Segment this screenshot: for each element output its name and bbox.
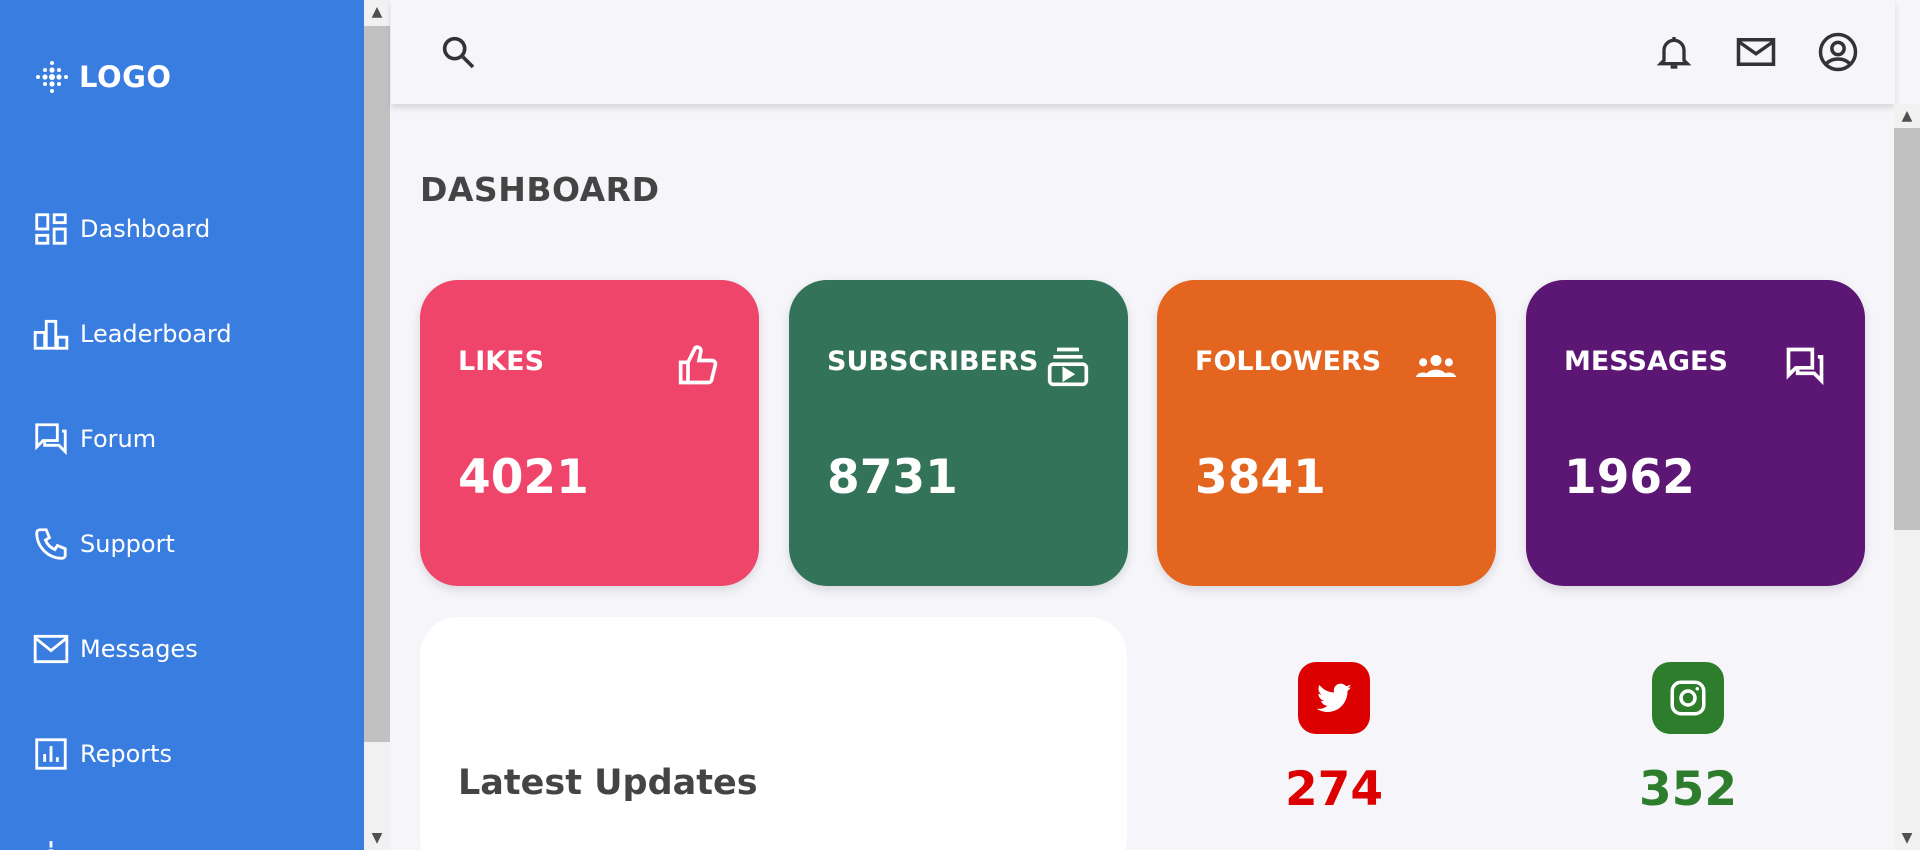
dots-logo-icon [36,61,68,93]
sidebar-item-dashboard[interactable]: Dashboard [32,210,210,248]
sidebar-item-label: Forum [80,425,157,453]
likes-card[interactable]: LIKES 4021 [420,280,759,586]
account-icon [1818,32,1858,72]
forum-icon [35,423,67,456]
mail-button[interactable] [1734,30,1778,74]
sidebar-item-label: Dashboard [80,215,211,243]
sidebar-scroll-thumb[interactable] [364,26,390,742]
card-title: SUBSCRIBERS [827,346,1039,377]
scroll-up-icon[interactable]: ▲ [364,0,390,24]
search-icon [442,36,475,69]
instagram-stat[interactable]: 352 [1608,662,1768,817]
sidebar-item-label: Support [80,530,175,558]
card-value: 3841 [1195,450,1326,505]
followers-card[interactable]: FOLLOWERS 3841 [1157,280,1496,586]
sidebar-item-partial[interactable] [32,838,70,850]
twitter-stat[interactable]: 274 [1254,662,1414,817]
twitter-count: 274 [1284,762,1384,817]
scroll-down-icon[interactable]: ▼ [1894,826,1920,850]
card-value: 4021 [458,450,589,505]
main-scrollbar[interactable]: ▲ ▼ [1894,104,1920,850]
messages-card[interactable]: MESSAGES 1962 [1526,280,1865,586]
reports-icon [35,738,67,770]
chat-icon [1786,347,1824,386]
scroll-down-icon[interactable]: ▼ [364,826,390,850]
card-value: 8731 [827,450,958,505]
logo-text: LOGO [79,60,172,94]
sidebar-scrollbar[interactable]: ▲ ▼ [364,0,390,850]
card-value: 1962 [1564,450,1695,505]
latest-updates-title: Latest Updates [458,763,758,803]
account-button[interactable] [1816,30,1860,74]
card-title: LIKES [458,346,545,377]
group-icon [1415,355,1457,377]
subscribers-card[interactable]: SUBSCRIBERS 8731 [789,280,1128,586]
thumbs-up-icon [678,345,718,385]
scroll-up-icon[interactable]: ▲ [1894,104,1920,128]
mail-icon [1736,38,1776,66]
sidebar-item-label: Messages [80,635,198,663]
leaderboard-icon [33,319,69,350]
card-title: MESSAGES [1564,346,1728,377]
sidebar-item-support[interactable]: Support [32,525,175,563]
top-header [391,0,1895,104]
settings-icon [47,841,55,850]
sidebar-item-reports[interactable]: Reports [32,735,172,773]
page-title: DASHBOARD [420,170,660,209]
instagram-count: 352 [1638,762,1738,817]
search-button[interactable] [436,30,480,74]
main-scroll-thumb[interactable] [1894,128,1920,530]
subscriptions-icon [1047,347,1089,387]
sidebar-item-label: Reports [80,740,173,768]
latest-updates-panel: Latest Updates [420,617,1127,850]
sidebar-item-messages[interactable]: Messages [32,630,198,668]
sidebar-item-forum[interactable]: Forum [32,420,156,458]
twitter-icon [1298,662,1370,734]
card-title: FOLLOWERS [1195,346,1382,377]
dashboard-icon [35,213,67,245]
instagram-icon [1652,662,1724,734]
bell-icon [1656,37,1692,69]
notifications-button[interactable] [1652,30,1696,74]
phone-icon [35,528,67,560]
sidebar-item-leaderboard[interactable]: Leaderboard [32,315,232,353]
logo[interactable]: LOGO [33,58,172,96]
mail-icon [33,634,69,664]
sidebar-item-label: Leaderboard [80,320,232,348]
sidebar: LOGO Dashboard Leaderboard Forum Support… [0,0,364,850]
